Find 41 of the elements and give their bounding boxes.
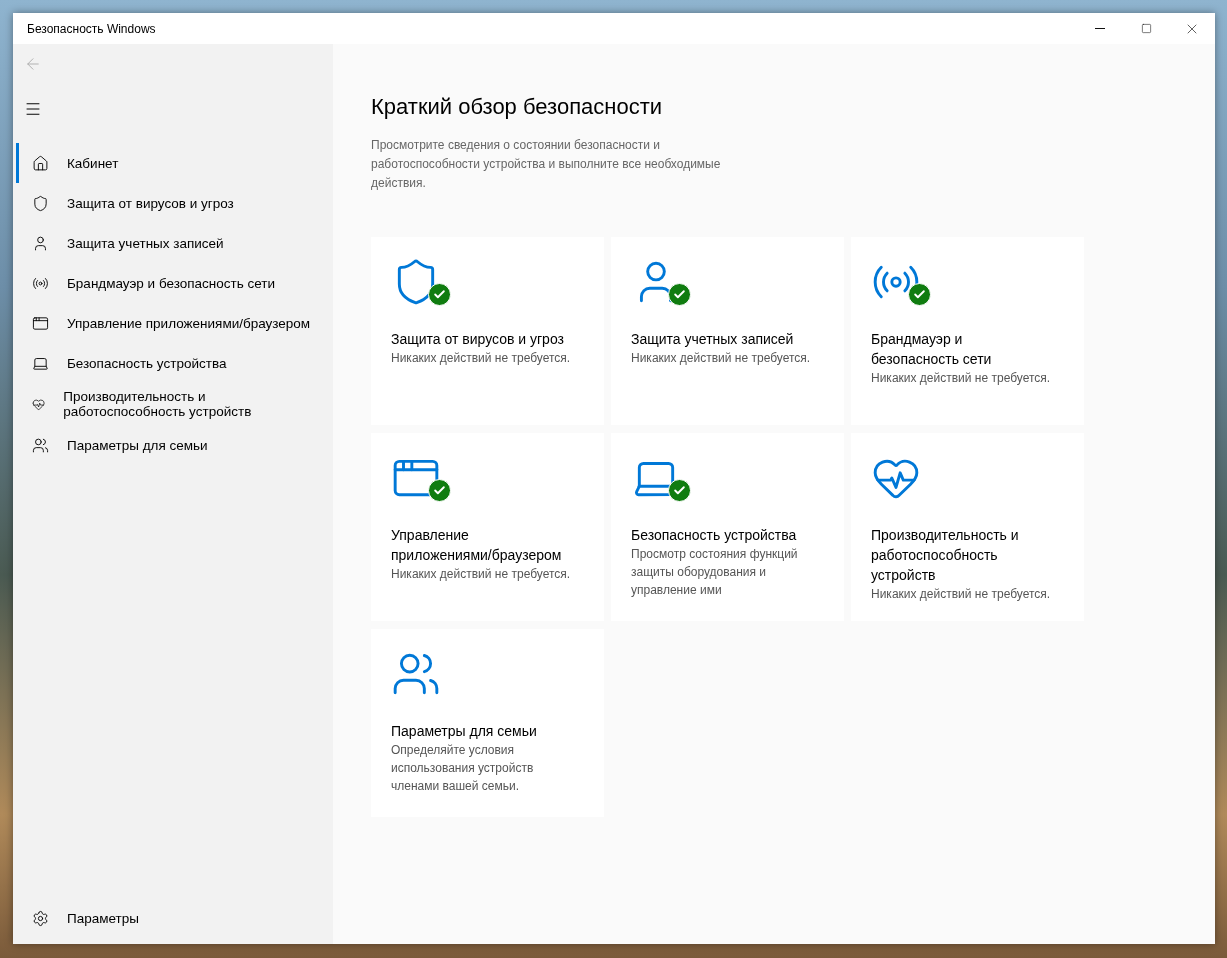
home-icon	[32, 154, 49, 172]
nav-item[interactable]: Параметры для семьи	[16, 425, 333, 465]
maximize-icon	[1140, 23, 1152, 34]
page-description: Просмотрите сведения о состоянии безопасности и работоспособности устройства и выполните все необходимые действия.	[371, 137, 722, 192]
tile-title: Брандмауэр и безопасность сети	[871, 330, 993, 369]
tile-title: Защита от вирусов и угроз	[391, 330, 565, 349]
status-tile[interactable]: Управление приложениями/браузером Никаких действий не требуется.	[371, 433, 604, 621]
shield-icon	[32, 194, 49, 212]
people-icon	[32, 436, 49, 454]
person-icon	[32, 234, 49, 252]
tile-status: Никаких действий не требуется.	[871, 370, 1052, 387]
nav-item[interactable]: Брандмауэр и безопасность сети	[16, 263, 333, 303]
menu-icon	[24, 100, 42, 118]
nav-item[interactable]: Производительность и работоспособность устройств	[16, 383, 333, 425]
tile-title: Управление приложениями/браузером	[391, 526, 563, 565]
status-tile[interactable]: Параметры для семьи Определяйте условия использования устройств членами вашей семьи.	[371, 629, 604, 817]
tile-status: Просмотр состояния функций защиты оборудования и управление ими	[631, 546, 799, 599]
window-icon	[32, 314, 49, 332]
minimize-icon	[1095, 28, 1105, 29]
tile-status: Определяйте условия использования устройств членами вашей семьи.	[391, 742, 535, 795]
status-tile[interactable]: Защита от вирусов и угроз Никаких действий не требуется.	[371, 237, 604, 425]
page-title: Краткий обзор безопасности	[371, 94, 664, 120]
window-title: Безопасность Windows	[26, 21, 157, 36]
status-tile[interactable]: Брандмауэр и безопасность сети Никаких действий не требуется.	[851, 237, 1084, 425]
nav-item[interactable]: Управление приложениями/браузером	[16, 303, 333, 343]
nav-item[interactable]: Защита от вирусов и угроз	[16, 183, 333, 223]
tile-status: Никаких действий не требуется.	[871, 586, 1052, 603]
tile-title: Производительность и работоспособность устройств	[871, 526, 1020, 585]
tile-title: Защита учетных записей	[631, 330, 795, 349]
tile-title: Безопасность устройства	[631, 526, 798, 545]
status-tile[interactable]: Безопасность устройства Просмотр состояния функций защиты оборудования и управление ими	[611, 433, 844, 621]
status-tile[interactable]: Защита учетных записей Никаких действий не требуется.	[611, 237, 844, 425]
settings-icon	[32, 909, 49, 927]
settings-nav-item[interactable]: Параметры	[16, 898, 333, 938]
nav-item[interactable]: Безопасность устройства	[16, 343, 333, 383]
tile-status: Никаких действий не требуется.	[391, 566, 572, 583]
tile-status: Никаких действий не требуется.	[391, 350, 572, 367]
tile-status: Никаких действий не требуется.	[631, 350, 812, 367]
status-tile[interactable]: Производительность и работоспособность устройств Никаких действий не требуется.	[851, 433, 1084, 621]
tile-title: Параметры для семьи	[391, 722, 538, 741]
nav-item[interactable]: Защита учетных записей	[16, 223, 333, 263]
